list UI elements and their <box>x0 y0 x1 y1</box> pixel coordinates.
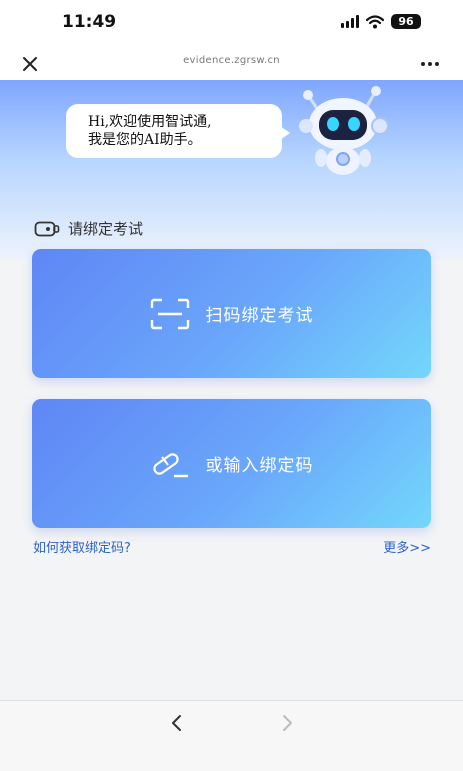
input-bind-label: 或输入绑定码 <box>205 456 314 476</box>
status-icons: 96 <box>341 14 421 29</box>
signal-icon <box>341 15 359 28</box>
input-bind-code-button[interactable]: 或输入绑定码 <box>32 399 431 528</box>
status-bar: 11:49 96 <box>0 0 463 46</box>
camera-icon <box>34 221 60 236</box>
more-link[interactable]: 更多>> <box>383 537 431 556</box>
more-icon[interactable] <box>421 56 443 72</box>
pencil-icon <box>152 452 188 477</box>
section-header: 请绑定考试 <box>34 218 143 239</box>
greeting-bubble: Hi,欢迎使用智试通, 我是您的AI助手。 <box>66 104 290 158</box>
greeting-line-2: 我是您的AI助手。 <box>88 132 202 148</box>
scan-frame-icon <box>150 298 189 329</box>
how-to-get-code-link[interactable]: 如何获取绑定码? <box>33 537 131 556</box>
section-title: 请绑定考试 <box>68 220 144 238</box>
greeting-line-1: Hi,欢迎使用智试通, <box>88 114 212 130</box>
browser-bottom-bar <box>0 700 463 771</box>
wifi-icon <box>366 14 384 28</box>
scan-bind-label: 扫码绑定考试 <box>205 306 314 326</box>
browser-nav-bar: evidence.zgrsw.cn <box>0 46 463 80</box>
status-time: 11:49 <box>62 12 117 32</box>
back-icon[interactable] <box>168 713 186 733</box>
forward-icon[interactable] <box>278 713 296 733</box>
robot-mascot-icon <box>299 86 389 175</box>
page-url: evidence.zgrsw.cn <box>183 55 280 66</box>
battery-icon: 96 <box>391 14 421 29</box>
scan-bind-button[interactable]: 扫码绑定考试 <box>32 249 431 378</box>
